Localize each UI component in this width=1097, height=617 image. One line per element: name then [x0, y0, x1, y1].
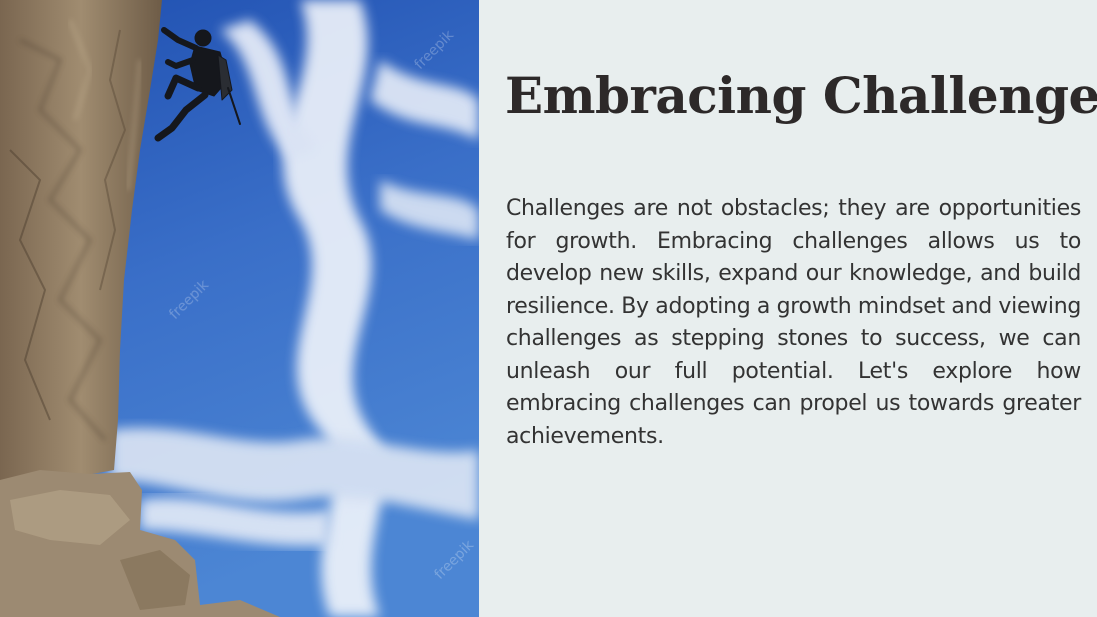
- climber-photo-illustration: freepik freepik freepik: [0, 0, 479, 617]
- slide-body-text: Challenges are not obstacles; they are o…: [506, 196, 1081, 449]
- slide-title: Embracing Challenges: [505, 66, 1097, 125]
- slide: freepik freepik freepik Embracing Challe…: [0, 0, 1097, 617]
- climber-photo: freepik freepik freepik: [0, 0, 479, 617]
